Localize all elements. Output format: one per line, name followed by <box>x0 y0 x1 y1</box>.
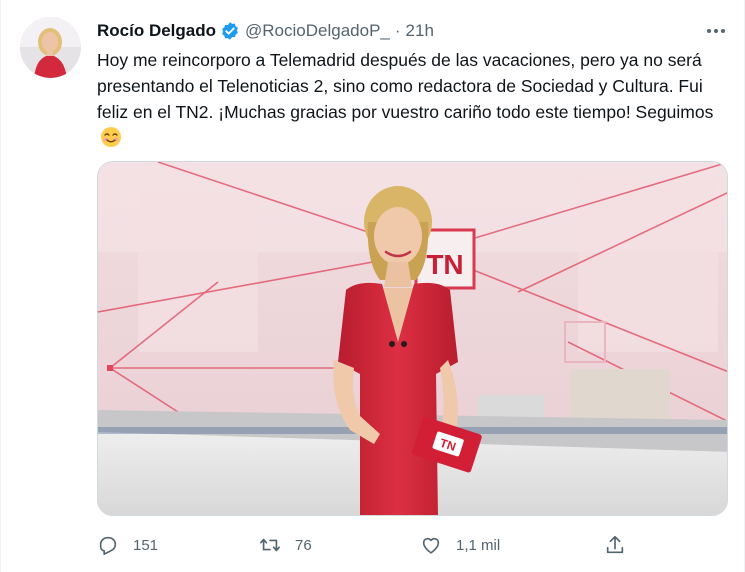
tweet-text: Hoy me reincorporo a Telemadrid después … <box>97 47 727 151</box>
share-icon <box>606 535 624 554</box>
set-logo-text: TN <box>426 249 463 280</box>
smiling-face-emoji-icon <box>100 126 122 148</box>
retweet-count: 76 <box>295 536 312 554</box>
tweet-card: Rocío Delgado @RocioDelgadoP_ · 21h Hoy … <box>0 0 745 572</box>
tweet-photo[interactable]: TN TN <box>97 161 728 516</box>
reply-button[interactable]: 151 <box>97 533 158 557</box>
author-handle[interactable]: @RocioDelgadoP_ <box>245 21 390 41</box>
tweet-action-bar: 151 76 1,1 mil <box>97 533 637 557</box>
more-options-icon[interactable] <box>705 22 727 40</box>
tweet-text-content: Hoy me reincorporo a Telemadrid después … <box>97 50 714 122</box>
like-count: 1,1 mil <box>456 536 501 554</box>
retweet-button[interactable]: 76 <box>259 533 312 557</box>
like-button[interactable]: 1,1 mil <box>420 533 500 557</box>
header-separator: · <box>394 21 401 40</box>
reply-icon <box>99 536 117 555</box>
author-name[interactable]: Rocío Delgado <box>97 21 216 41</box>
verified-badge-icon <box>220 21 240 41</box>
heart-icon <box>422 537 440 554</box>
reply-count: 151 <box>133 536 159 554</box>
retweet-icon <box>260 538 280 552</box>
tweet-timestamp[interactable]: 21h <box>406 21 434 41</box>
share-button[interactable] <box>604 533 626 557</box>
tweet-header: Rocío Delgado @RocioDelgadoP_ · 21h <box>97 20 434 42</box>
author-avatar[interactable] <box>20 17 81 78</box>
